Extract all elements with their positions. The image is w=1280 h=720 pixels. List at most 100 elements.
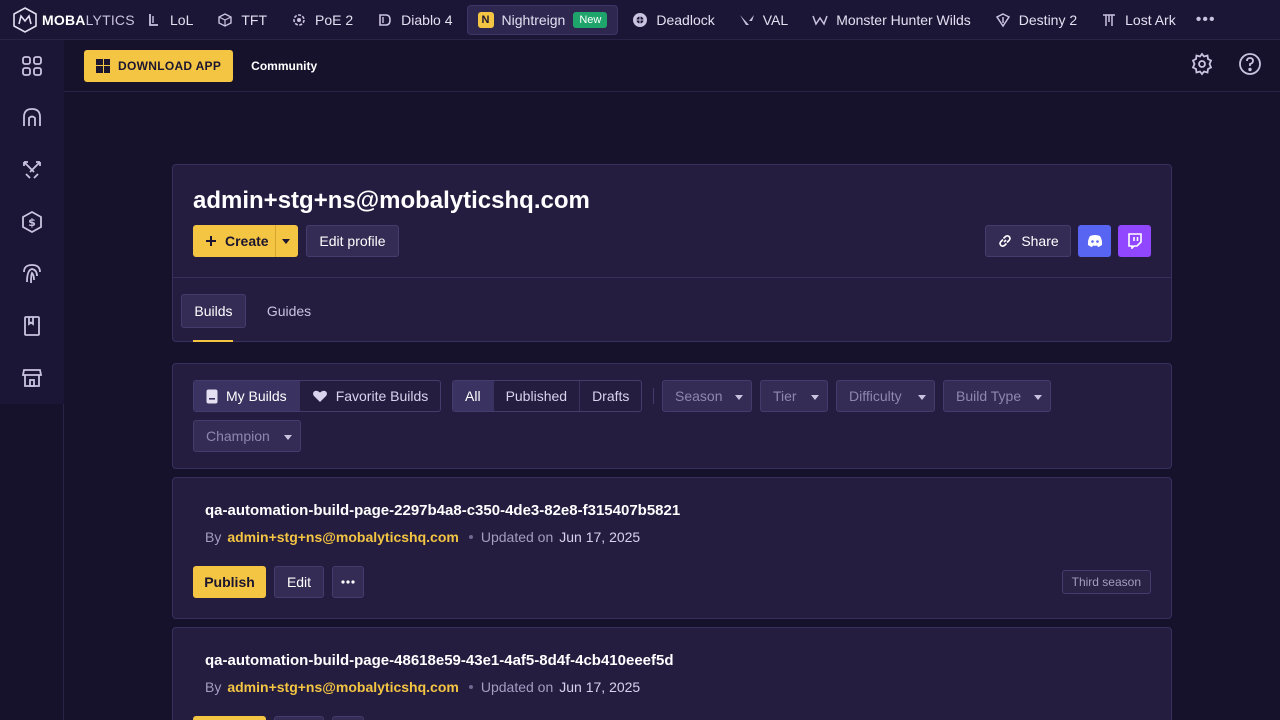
active-tab-indicator: [193, 340, 233, 342]
tab-guides[interactable]: Guides: [258, 294, 320, 328]
more-options-icon[interactable]: [332, 566, 364, 598]
lol-icon: [146, 12, 162, 28]
mobalytics-logo[interactable]: MOBALYTICS: [0, 0, 136, 40]
author-link[interactable]: admin+stg+ns@mobalyticshq.com: [227, 679, 459, 695]
link-icon: [999, 235, 1012, 247]
game-tab-mhw[interactable]: Monster Hunter Wilds: [802, 5, 981, 35]
chevron-down-icon: [735, 395, 743, 400]
twitch-button[interactable]: [1118, 225, 1151, 257]
status-drafts[interactable]: Drafts: [579, 381, 641, 411]
discord-button[interactable]: [1078, 225, 1111, 257]
favorite-builds-label: Favorite Builds: [335, 388, 429, 404]
build-title[interactable]: qa-automation-build-page-2297b4a8-c350-4…: [205, 502, 680, 519]
profile-card: admin+stg+ns@mobalyticshq.com Create Edi…: [172, 164, 1172, 342]
document-icon: [206, 389, 218, 403]
tab-builds[interactable]: Builds: [181, 294, 246, 328]
game-label: Destiny 2: [1018, 11, 1078, 28]
difficulty-dropdown[interactable]: Difficulty: [836, 380, 935, 412]
create-label: Create: [225, 233, 269, 249]
game-tab-tft[interactable]: TFT: [207, 5, 277, 35]
game-tab-lostark[interactable]: Lost Ark: [1091, 5, 1186, 35]
status-published[interactable]: Published: [492, 381, 580, 411]
game-label: Deadlock: [656, 11, 715, 28]
windows-icon: [96, 58, 110, 73]
build-card[interactable]: qa-automation-build-page-2297b4a8-c350-4…: [172, 477, 1172, 619]
my-builds-toggle[interactable]: My Builds: [194, 381, 299, 411]
plus-icon: [206, 236, 216, 246]
settings-gear-icon[interactable]: [1190, 52, 1214, 76]
champion-dropdown[interactable]: Champion: [193, 420, 301, 452]
chevron-down-icon: [284, 435, 292, 440]
poe2-icon: [291, 12, 307, 28]
build-card[interactable]: qa-automation-build-page-48618e59-43e1-4…: [172, 627, 1172, 720]
build-meta: By admin+stg+ns@mobalyticshq.com Updated…: [205, 529, 640, 545]
filters-card: My Builds Favorite Builds All Published …: [172, 363, 1172, 469]
build-type-dropdown[interactable]: Build Type: [943, 380, 1051, 412]
edit-profile-button[interactable]: Edit profile: [306, 225, 399, 257]
season-tag: Third season: [1061, 570, 1151, 594]
chevron-down-icon: [811, 395, 819, 400]
my-builds-label: My Builds: [226, 388, 287, 404]
create-button[interactable]: Create: [193, 225, 298, 257]
game-tab-val[interactable]: VAL: [729, 5, 798, 35]
apps-grid-icon[interactable]: [0, 40, 64, 92]
updated-label: Updated on: [480, 529, 554, 545]
scope-toggle: My Builds Favorite Builds: [193, 380, 442, 412]
game-tab-lol[interactable]: LoL: [136, 5, 203, 35]
game-tab-destiny2[interactable]: Destiny 2: [985, 5, 1087, 35]
profile-email-title: admin+stg+ns@mobalyticshq.com: [193, 187, 590, 214]
share-label: Share: [1021, 233, 1059, 249]
status-toggle: All Published Drafts: [452, 380, 643, 412]
updated-label: Updated on: [480, 679, 554, 695]
updated-date: Jun 17, 2025: [559, 529, 641, 545]
chevron-down-icon: [918, 395, 926, 400]
favorite-builds-toggle[interactable]: Favorite Builds: [298, 381, 441, 411]
game-label: Lost Ark: [1125, 11, 1176, 28]
help-icon[interactable]: [1238, 52, 1262, 76]
valorant-icon: [739, 12, 755, 28]
game-tab-poe2[interactable]: PoE 2: [281, 5, 363, 35]
by-label: By: [205, 679, 222, 695]
edit-build-button-partial[interactable]: [274, 716, 324, 720]
share-button[interactable]: Share: [985, 225, 1071, 257]
tier-dropdown-label: Tier: [773, 388, 797, 404]
book-icon[interactable]: [0, 300, 64, 352]
store-icon[interactable]: [0, 352, 64, 404]
game-tab-nightreign[interactable]: N Nightreign New: [466, 4, 619, 35]
season-dropdown[interactable]: Season: [662, 380, 752, 412]
publish-button[interactable]: Publish: [193, 566, 266, 598]
game-label: Nightreign: [501, 11, 566, 28]
game-tab-diablo4[interactable]: Diablo 4: [367, 5, 462, 35]
chevron-down-icon[interactable]: [282, 239, 290, 244]
build-type-dropdown-label: Build Type: [956, 388, 1022, 404]
crossed-swords-icon[interactable]: [0, 144, 64, 196]
by-label: By: [205, 529, 222, 545]
new-badge: New: [573, 11, 608, 28]
game-label: LoL: [170, 11, 194, 28]
edit-build-button[interactable]: Edit: [274, 566, 324, 598]
build-meta: By admin+stg+ns@mobalyticshq.com Updated…: [205, 679, 640, 695]
status-all[interactable]: All: [453, 381, 493, 411]
more-options-icon[interactable]: [332, 716, 364, 720]
more-games-icon[interactable]: •••: [1196, 11, 1216, 29]
build-title[interactable]: qa-automation-build-page-48618e59-43e1-4…: [205, 652, 674, 669]
currency-shield-icon[interactable]: $: [0, 196, 64, 248]
season-dropdown-label: Season: [675, 388, 723, 404]
helmet-icon[interactable]: [0, 92, 64, 144]
top-nav: MOBALYTICS LoL TFT PoE 2 Diablo 4 N Nigh…: [0, 0, 1280, 40]
author-link[interactable]: admin+stg+ns@mobalyticshq.com: [227, 529, 459, 545]
community-link[interactable]: Community: [251, 59, 317, 73]
download-app-button[interactable]: DOWNLOAD APP: [84, 49, 234, 82]
tier-dropdown[interactable]: Tier: [760, 380, 828, 412]
fingerprint-icon[interactable]: [0, 248, 64, 300]
deadlock-icon: [632, 12, 648, 28]
tft-icon: [217, 12, 233, 28]
destiny2-icon: [995, 12, 1011, 28]
game-label: Diablo 4: [401, 11, 453, 28]
logo-text-bold: MOBA: [42, 11, 86, 28]
left-sidebar: $: [0, 40, 64, 720]
game-tab-deadlock[interactable]: Deadlock: [622, 5, 724, 35]
updated-date: Jun 17, 2025: [559, 679, 641, 695]
publish-button-partial[interactable]: [193, 716, 266, 720]
nightreign-icon: N: [477, 11, 494, 28]
